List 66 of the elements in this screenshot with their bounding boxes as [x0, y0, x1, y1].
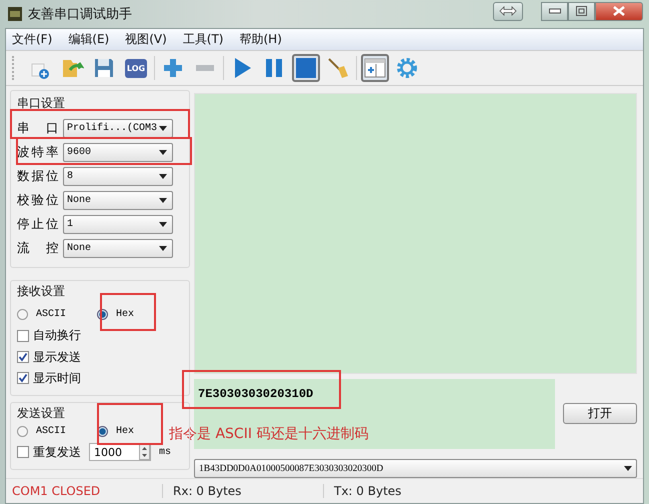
- open-button[interactable]: 打开: [563, 403, 637, 424]
- settings-icon: [395, 56, 419, 80]
- maximize-button[interactable]: [568, 2, 595, 20]
- stop-icon: [294, 56, 318, 80]
- field-label: 串 口: [17, 120, 59, 137]
- group-title: 串口设置: [17, 95, 66, 112]
- caret-icon: [159, 150, 167, 155]
- broom-icon: [326, 56, 350, 80]
- window-title: 友善串口调试助手: [28, 6, 132, 23]
- field-label: 流 控: [17, 240, 59, 258]
- checkbox-option[interactable]: 自动换行: [17, 325, 181, 346]
- toolbar-button[interactable]: [361, 54, 389, 82]
- checkmark-icon: [18, 352, 28, 362]
- caret-icon: [159, 174, 167, 179]
- double-arrow-icon: [499, 6, 517, 16]
- dropdown[interactable]: 8: [63, 166, 173, 186]
- checkbox-option[interactable]: 显示发送: [17, 346, 181, 368]
- field-label: 停止位: [17, 216, 59, 234]
- group-title: 发送设置: [17, 405, 66, 422]
- status-text: Tx: 0 Bytes: [333, 484, 402, 498]
- spinner-arrows-icon: [139, 444, 150, 460]
- caret-icon: [159, 198, 167, 204]
- radio-option[interactable]: Hex: [97, 426, 153, 437]
- checkbox-option[interactable]: 重复发送: [17, 441, 81, 463]
- send-input[interactable]: 7E3030303020310D: [194, 379, 555, 425]
- highlight-frame: [100, 293, 156, 331]
- unit-label: ms: [159, 446, 172, 458]
- maximize-icon: [576, 6, 587, 16]
- minimize-icon: [548, 8, 560, 14]
- radio-option[interactable]: ASCII: [17, 309, 73, 320]
- radio-option[interactable]: Hex: [97, 309, 153, 320]
- menu-item[interactable]: 编辑(E): [68, 31, 110, 48]
- window-plus-icon: [363, 56, 387, 80]
- dropdown[interactable]: Prolifi...(COM3: [63, 118, 173, 138]
- number-field[interactable]: 1000: [89, 443, 151, 461]
- menu-item[interactable]: 帮助(H): [240, 31, 282, 48]
- app-icon: [8, 7, 22, 21]
- checkbox-option[interactable]: 显示时间: [17, 368, 181, 389]
- menu-item[interactable]: 视图(V): [125, 31, 167, 48]
- field-label: 数据位: [17, 168, 59, 185]
- minus-icon: [196, 65, 214, 71]
- group-title: 接收设置: [17, 283, 66, 300]
- radio-option[interactable]: ASCII: [17, 426, 73, 437]
- dropdown[interactable]: None: [63, 239, 173, 258]
- status-text: Rx: 0 Bytes: [163, 484, 324, 498]
- close-button[interactable]: [595, 2, 643, 20]
- highlight-frame: [97, 403, 163, 445]
- caret-icon: [624, 466, 632, 471]
- minimize-button[interactable]: [541, 2, 568, 20]
- resize-button[interactable]: [493, 2, 523, 20]
- history-dropdown[interactable]: 1B43DD0D0A01000500087E3030303020300D: [194, 459, 637, 478]
- dropdown[interactable]: None: [63, 191, 173, 210]
- dropdown[interactable]: 9600: [63, 142, 173, 162]
- caret-icon: [159, 126, 167, 131]
- menu-item[interactable]: 工具(T): [182, 31, 224, 48]
- field-label: 校验位: [17, 192, 59, 210]
- caret-icon: [159, 222, 167, 228]
- toolbar-button[interactable]: [292, 54, 320, 82]
- dropdown[interactable]: 1: [63, 215, 173, 234]
- status-text: COM1 CLOSED: [6, 484, 163, 498]
- field-label: 波特率: [17, 144, 59, 161]
- caret-icon: [159, 246, 167, 252]
- close-icon: [613, 6, 625, 16]
- menu-item[interactable]: 文件(F): [12, 31, 52, 48]
- plus-icon: [161, 56, 185, 80]
- checkmark-icon: [18, 373, 28, 384]
